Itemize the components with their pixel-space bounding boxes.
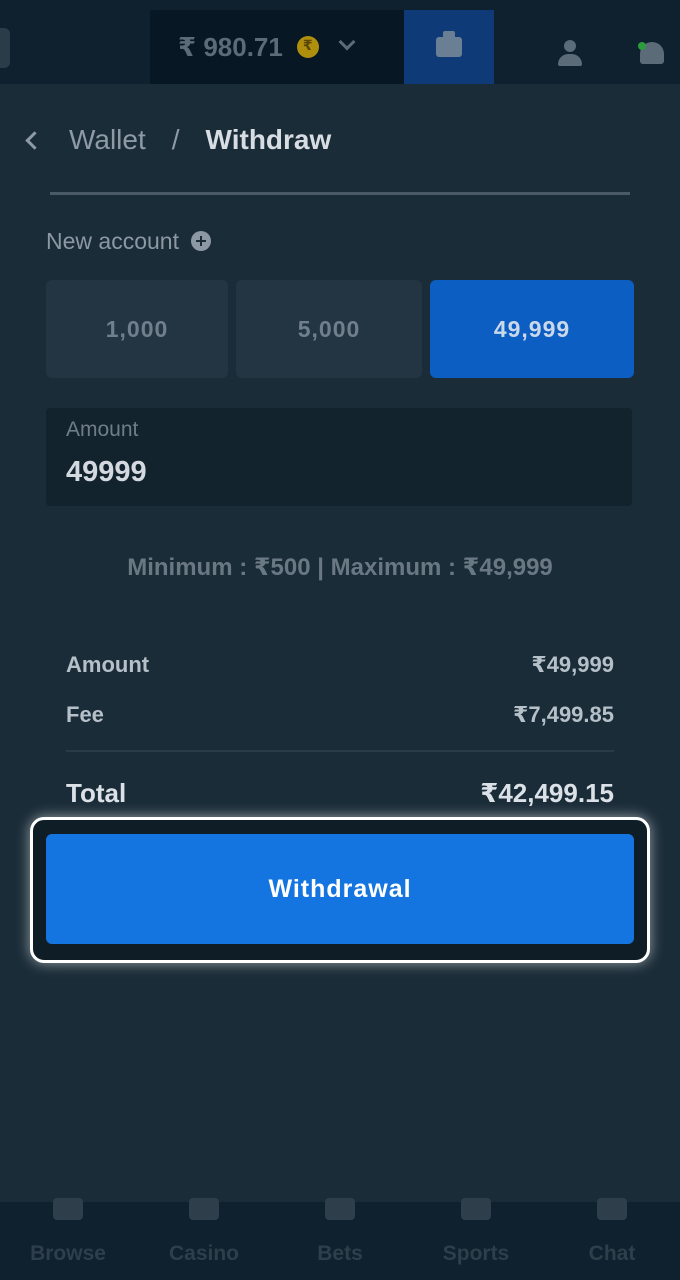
summary-total-value: ₹42,499.15 xyxy=(480,777,614,808)
nav-bets[interactable]: Bets xyxy=(272,1198,408,1280)
amount-field[interactable]: Amount xyxy=(46,408,632,506)
bottom-nav: Browse Casino Bets Sports Chat xyxy=(0,1198,680,1280)
balance-selector[interactable]: ₹ 980.71 xyxy=(150,10,404,84)
preset-5000-button[interactable]: 5,000 xyxy=(236,280,422,378)
withdrawal-button[interactable]: Withdrawal xyxy=(46,834,634,944)
logo[interactable] xyxy=(0,28,10,68)
breadcrumb-separator: / xyxy=(171,124,180,155)
preset-1000-button[interactable]: 1,000 xyxy=(46,280,228,378)
breadcrumb-current: Withdraw xyxy=(205,124,332,155)
summary-fee-row: Fee ₹7,499.85 xyxy=(66,690,614,740)
summary-total-label: Total xyxy=(66,777,127,808)
nav-sports-label: Sports xyxy=(442,1242,510,1265)
summary-fee-value: ₹7,499.85 xyxy=(513,702,614,727)
summary-amount-row: Amount ₹49,999 xyxy=(66,640,614,690)
nav-chat-label: Chat xyxy=(588,1242,636,1265)
breadcrumb: Wallet / Withdraw xyxy=(22,118,331,162)
browse-icon xyxy=(53,1198,83,1220)
summary-amount-label: Amount xyxy=(66,652,150,677)
user-button[interactable] xyxy=(540,28,600,78)
withdraw-summary: Amount ₹49,999 Fee ₹7,499.85 Total ₹42,4… xyxy=(66,640,614,816)
new-account-label: New account xyxy=(46,227,179,254)
summary-amount-value: ₹49,999 xyxy=(531,652,614,677)
amount-field-label: Amount xyxy=(66,418,139,441)
nav-browse[interactable]: Browse xyxy=(0,1198,136,1280)
wallet-button[interactable] xyxy=(404,10,494,84)
summary-fee-label: Fee xyxy=(66,702,104,727)
nav-casino[interactable]: Casino xyxy=(136,1198,272,1280)
rupee-coin-icon xyxy=(296,36,319,58)
breadcrumb-wallet-link[interactable]: Wallet xyxy=(69,124,146,156)
header-divider xyxy=(50,192,630,195)
nav-sports[interactable]: Sports xyxy=(408,1198,544,1280)
summary-divider xyxy=(66,750,614,752)
user-icon xyxy=(557,40,583,66)
nav-browse-label: Browse xyxy=(30,1242,106,1265)
preset-amounts: 1,000 5,000 49,999 xyxy=(46,280,634,378)
amount-input[interactable] xyxy=(66,456,606,489)
bets-icon xyxy=(325,1198,355,1220)
back-chevron-icon[interactable] xyxy=(25,130,44,150)
wallet-icon xyxy=(436,31,462,57)
nav-casino-label: Casino xyxy=(168,1242,239,1265)
summary-total-row: Total ₹42,499.15 xyxy=(66,770,614,816)
sports-icon xyxy=(461,1198,491,1220)
top-bar: ₹ 980.71 xyxy=(0,0,680,84)
nav-chat[interactable]: Chat xyxy=(544,1198,680,1280)
notifications-button[interactable] xyxy=(630,28,680,78)
notification-dot xyxy=(638,42,646,50)
preset-49999-button[interactable]: 49,999 xyxy=(430,280,634,378)
balance-amount: ₹ 980.71 xyxy=(178,31,283,62)
nav-bets-label: Bets xyxy=(317,1242,363,1265)
plus-circle-icon xyxy=(190,231,211,251)
new-account-button[interactable]: New account xyxy=(46,224,211,258)
chat-icon xyxy=(597,1198,627,1220)
chevron-down-icon xyxy=(338,33,356,51)
casino-icon xyxy=(189,1198,219,1220)
withdraw-limits: Minimum : ₹500 | Maximum : ₹49,999 xyxy=(127,554,553,581)
